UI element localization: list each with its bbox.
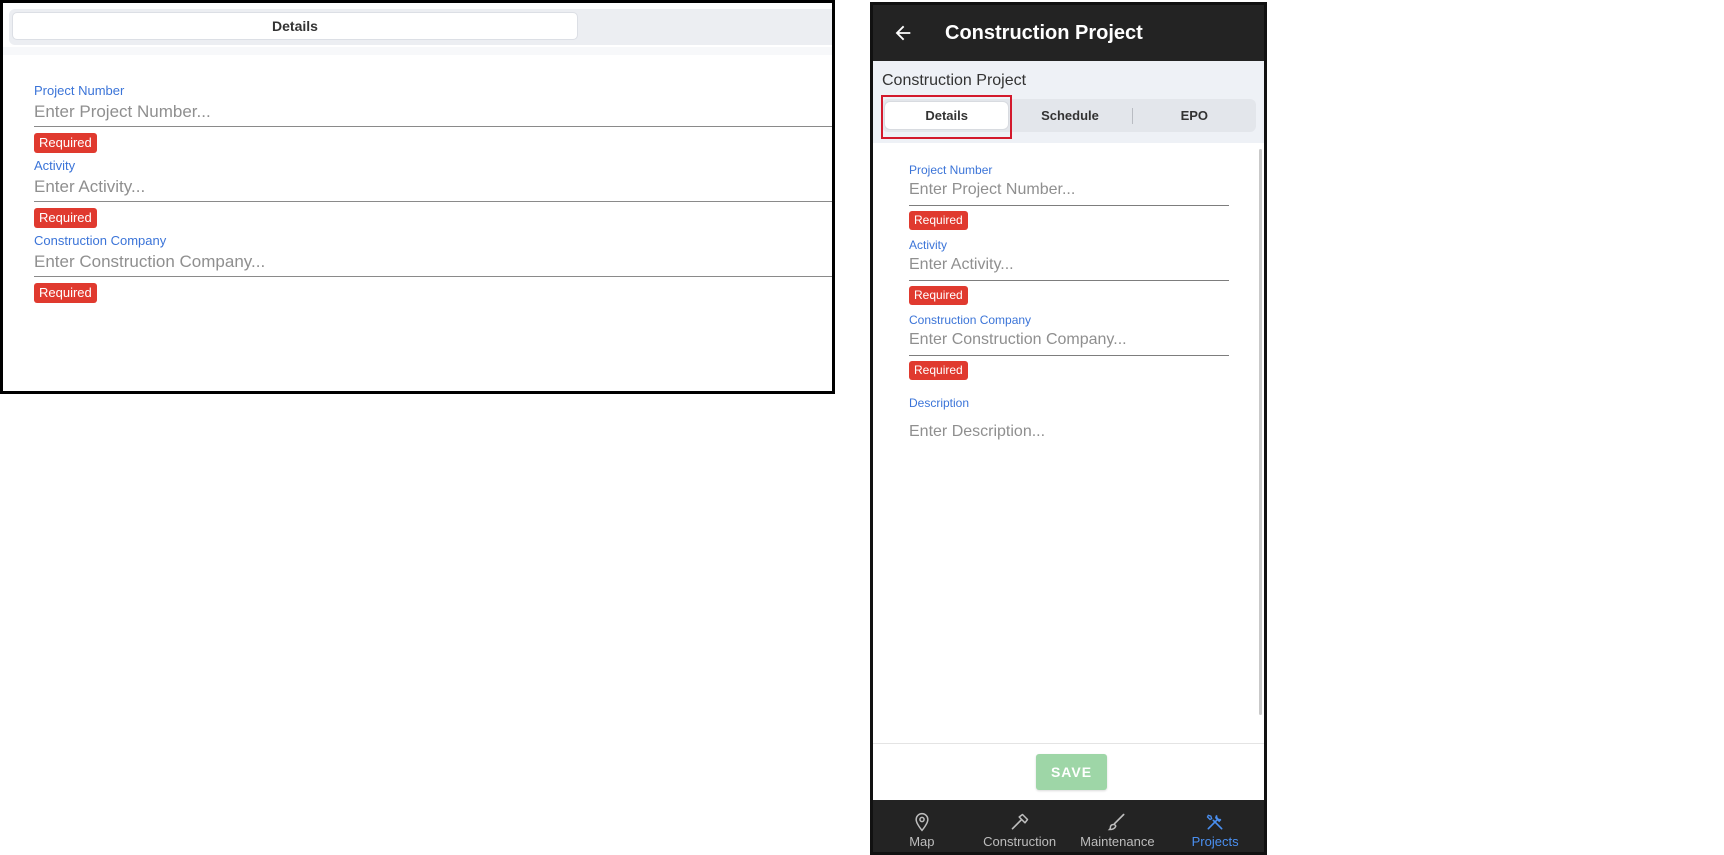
- required-badge: Required: [34, 283, 97, 303]
- brush-icon: [1108, 813, 1125, 830]
- nav-item-construction[interactable]: Construction: [971, 800, 1069, 852]
- footer-divider: [873, 743, 1264, 744]
- zoom-tab-details[interactable]: Details: [12, 12, 578, 40]
- project-number-input[interactable]: Enter Project Number...: [909, 178, 1229, 206]
- app-bar: Construction Project: [873, 5, 1264, 61]
- description-label: Description: [909, 396, 970, 410]
- construction-company-label: Construction Company: [909, 313, 1032, 327]
- nav-label-map: Map: [909, 833, 935, 849]
- nav-label-construction: Construction: [983, 833, 1057, 849]
- nav-item-projects[interactable]: Projects: [1166, 800, 1264, 852]
- nav-item-maintenance[interactable]: Maintenance: [1069, 800, 1167, 852]
- tools-icon: [1206, 814, 1223, 829]
- nav-item-map[interactable]: Map: [873, 800, 971, 852]
- page-subtitle: Construction Project: [882, 72, 1027, 89]
- map-pin-icon: [915, 812, 929, 831]
- construction-company-field: Construction Company Enter Construction …: [909, 313, 1229, 380]
- arrow-left-icon: [895, 25, 911, 41]
- activity-input[interactable]: Enter Activity...: [34, 174, 832, 202]
- required-badge: Required: [34, 208, 97, 228]
- zoom-tab-bar: Details: [9, 9, 832, 45]
- activity-input[interactable]: Enter Activity...: [909, 253, 1229, 281]
- project-number-label: Project Number: [34, 83, 125, 98]
- activity-field: Activity Enter Activity... Required: [909, 238, 1229, 305]
- nav-label-projects: Projects: [1191, 833, 1239, 849]
- sub-header: Construction Project Details Schedule EP…: [873, 61, 1264, 143]
- construction-company-input[interactable]: Enter Construction Company...: [34, 249, 832, 277]
- app-bar-title: Construction Project: [945, 21, 1143, 44]
- description-field: Description Enter Description...: [909, 396, 1229, 447]
- zoom-project-number-field: Project Number Enter Project Number... R…: [34, 83, 832, 153]
- tab-epo[interactable]: EPO: [1133, 102, 1256, 129]
- bottom-nav: Map Construction Maintenance Projects: [873, 800, 1264, 852]
- zoom-activity-field: Activity Enter Activity... Required: [34, 158, 832, 228]
- zoom-divider-strip: [3, 47, 832, 55]
- back-button[interactable]: [877, 5, 929, 61]
- construction-company-input[interactable]: Enter Construction Company...: [909, 328, 1229, 356]
- project-number-field: Project Number Enter Project Number... R…: [909, 163, 1229, 230]
- segmented-tabs: Details Schedule EPO: [881, 95, 1256, 139]
- project-number-label: Project Number: [909, 163, 993, 177]
- required-badge: Required: [909, 286, 968, 305]
- save-button[interactable]: SAVE: [1036, 754, 1107, 790]
- form-content: Project Number Enter Project Number... R…: [873, 143, 1264, 743]
- required-badge: Required: [909, 361, 968, 380]
- description-input[interactable]: Enter Description...: [909, 411, 1229, 447]
- phone-screen: Construction Project Construction Projec…: [870, 2, 1267, 855]
- tab-schedule[interactable]: Schedule: [1008, 102, 1131, 129]
- required-badge: Required: [909, 211, 968, 230]
- activity-label: Activity: [909, 238, 948, 252]
- activity-label: Activity: [34, 158, 76, 173]
- construction-company-label: Construction Company: [34, 233, 167, 248]
- hammer-icon: [1011, 813, 1028, 829]
- zoom-construction-company-field: Construction Company Enter Construction …: [34, 233, 832, 303]
- required-badge: Required: [34, 133, 97, 153]
- nav-label-maintenance: Maintenance: [1080, 833, 1155, 849]
- tab-details[interactable]: Details: [885, 102, 1009, 129]
- project-number-input[interactable]: Enter Project Number...: [34, 99, 832, 127]
- zoomed-details-panel: Details Project Number Enter Project Num…: [0, 0, 835, 394]
- scrollbar[interactable]: [1259, 149, 1262, 715]
